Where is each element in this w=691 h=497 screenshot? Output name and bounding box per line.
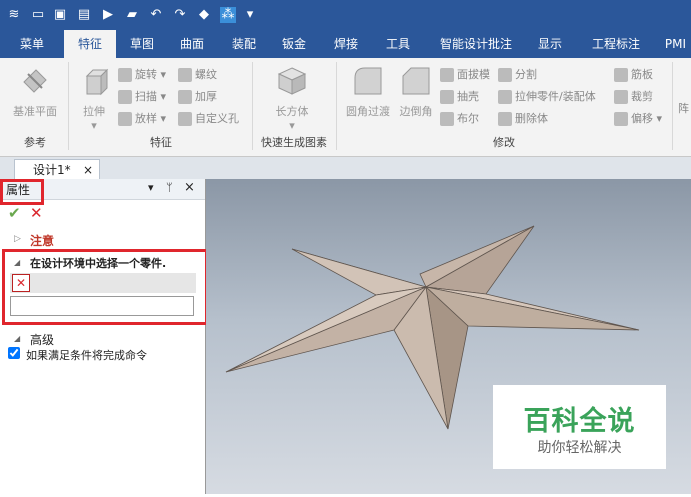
thicken-button[interactable]: 加厚 bbox=[178, 88, 217, 106]
complete-command-label: 如果满足条件将完成命令 bbox=[26, 349, 147, 362]
group-label-features: 特征 bbox=[150, 136, 172, 149]
tab-surface[interactable]: 曲面 bbox=[170, 30, 214, 58]
draft-face-icon bbox=[440, 68, 454, 82]
highlight-selection-box bbox=[2, 249, 208, 325]
smart-icon[interactable]: ⁂ bbox=[220, 7, 236, 23]
custom-hole-button[interactable]: 自定义孔 bbox=[178, 110, 239, 128]
datum-plane-button[interactable]: 基准平面 bbox=[6, 64, 64, 119]
box-dropdown-icon[interactable]: ▾ bbox=[262, 119, 322, 132]
pin-icon[interactable]: ᛘ bbox=[166, 181, 173, 194]
box-icon bbox=[277, 67, 307, 95]
fillet-icon bbox=[354, 67, 382, 95]
thicken-icon bbox=[178, 90, 192, 104]
close-tab-icon[interactable]: × bbox=[83, 160, 93, 180]
split-button[interactable]: 分割 bbox=[498, 66, 537, 84]
undo-icon[interactable]: ↶ bbox=[148, 7, 164, 23]
save-icon[interactable]: ▰ bbox=[124, 7, 140, 23]
advanced-label: 高级 bbox=[30, 333, 55, 347]
tab-features[interactable]: 特征 bbox=[64, 30, 116, 59]
open-icon[interactable]: ▣ bbox=[52, 7, 68, 23]
chamfer-label: 边倒角 bbox=[399, 105, 433, 118]
ribbon: 基准平面 参考 拉伸 ▾ 旋转 ▾ 扫描 ▾ 放样 ▾ 螺纹 加厚 自定义孔 特… bbox=[0, 58, 691, 157]
datum-plane-icon bbox=[23, 69, 47, 93]
close-panel-icon[interactable]: × bbox=[184, 180, 195, 195]
offset-button[interactable]: 偏移 ▾ bbox=[614, 110, 662, 128]
delete-body-icon bbox=[498, 112, 512, 126]
template-icon[interactable]: ▤ bbox=[76, 7, 92, 23]
sweep-icon bbox=[118, 90, 132, 104]
open-folder-icon[interactable]: ▶ bbox=[100, 7, 116, 23]
tab-assembly[interactable]: 装配 bbox=[222, 30, 266, 58]
extrude-part-button[interactable]: 拉伸零件/装配体 bbox=[498, 88, 596, 106]
group-label-modify: 修改 bbox=[493, 136, 515, 149]
ribbon-tab-bar: 菜单 特征 草图 曲面 装配 钣金 焊接 工具 智能设计批注 显示 工程标注 P… bbox=[0, 30, 691, 59]
shell-button[interactable]: 抽壳 bbox=[440, 88, 479, 106]
note-expand-icon[interactable]: ▷ bbox=[14, 234, 21, 244]
shell-icon bbox=[440, 90, 454, 104]
chamfer-icon bbox=[402, 67, 430, 95]
thread-button[interactable]: 螺纹 bbox=[178, 66, 217, 84]
extrude-label: 拉伸 bbox=[83, 105, 105, 118]
watermark-title: 百科全说 bbox=[523, 406, 636, 437]
tab-pmi[interactable]: PMI bbox=[660, 30, 691, 58]
note-label[interactable]: 注意 bbox=[30, 232, 54, 249]
properties-panel: 属性 ▾ ᛘ × ✔ ✕ ▷ 注意 ◢ 在设计环境中选择一个零件. ✕ ◢ 高级… bbox=[0, 179, 208, 494]
sweep-button[interactable]: 扫描 ▾ bbox=[118, 88, 166, 106]
fillet-button[interactable]: 圆角过渡 bbox=[342, 64, 394, 119]
group-label-reference: 参考 bbox=[24, 136, 46, 149]
delete-body-button[interactable]: 删除体 bbox=[498, 110, 548, 128]
customize-dropdown-icon[interactable]: ▾ bbox=[242, 7, 258, 23]
draft-face-button[interactable]: 面拔模 bbox=[440, 66, 490, 84]
extrude-dropdown-icon[interactable]: ▾ bbox=[74, 119, 114, 132]
cancel-icon[interactable]: ✕ bbox=[30, 204, 43, 222]
box-button[interactable]: 长方体 ▾ bbox=[262, 64, 322, 132]
trim-icon bbox=[614, 90, 628, 104]
render-icon[interactable]: ◆ bbox=[196, 7, 212, 23]
watermark-logo: 百科全说 助你轻松解决 bbox=[493, 385, 666, 469]
tab-sketch[interactable]: 草图 bbox=[120, 30, 164, 58]
document-tab-label: 设计1* bbox=[33, 163, 71, 177]
title-bar: ≋ ▭ ▣ ▤ ▶ ▰ ↶ ↷ ◆ ⁂ ▾ bbox=[0, 0, 691, 30]
app-logo-icon: ≋ bbox=[8, 7, 20, 22]
watermark-subtitle: 助你轻松解决 bbox=[537, 440, 622, 456]
split-icon bbox=[498, 68, 512, 82]
highlight-title-box bbox=[0, 179, 44, 205]
advanced-collapse-icon[interactable]: ◢ bbox=[14, 334, 20, 343]
tab-display[interactable]: 显示 bbox=[528, 30, 572, 58]
new-file-icon[interactable]: ▭ bbox=[30, 7, 46, 23]
revolve-icon bbox=[118, 68, 132, 82]
loft-icon bbox=[118, 112, 132, 126]
group-label-quick-primitives: 快速生成图素 bbox=[261, 136, 327, 149]
document-tab-bar: 设计1* × bbox=[0, 157, 691, 180]
fillet-label: 圆角过渡 bbox=[346, 105, 390, 118]
confirm-icon[interactable]: ✔ bbox=[8, 204, 21, 222]
extrude-part-icon bbox=[498, 90, 512, 104]
redo-icon[interactable]: ↷ bbox=[172, 7, 188, 23]
tab-welding[interactable]: 焊接 bbox=[324, 30, 368, 58]
tab-tools[interactable]: 工具 bbox=[376, 30, 420, 58]
extrude-button[interactable]: 拉伸 ▾ bbox=[74, 64, 114, 132]
chamfer-button[interactable]: 边倒角 bbox=[396, 64, 436, 119]
pattern-button-cut[interactable]: 阵 bbox=[678, 100, 689, 118]
datum-plane-label: 基准平面 bbox=[13, 105, 57, 118]
offset-icon bbox=[614, 112, 628, 126]
tab-menu[interactable]: 菜单 bbox=[10, 30, 54, 58]
revolve-button[interactable]: 旋转 ▾ bbox=[118, 66, 166, 84]
complete-command-checkbox[interactable] bbox=[8, 347, 20, 359]
tab-engineering[interactable]: 工程标注 bbox=[584, 30, 648, 58]
tab-sheet-metal[interactable]: 钣金 bbox=[272, 30, 316, 58]
boolean-icon bbox=[440, 112, 454, 126]
loft-button[interactable]: 放样 ▾ bbox=[118, 110, 166, 128]
document-tab[interactable]: 设计1* × bbox=[14, 159, 100, 179]
thread-icon bbox=[178, 68, 192, 82]
extrude-icon bbox=[85, 68, 109, 96]
box-label: 长方体 bbox=[275, 105, 309, 118]
boolean-button[interactable]: 布尔 bbox=[440, 110, 479, 128]
tab-smart-annotation[interactable]: 智能设计批注 bbox=[432, 30, 520, 58]
trim-button[interactable]: 裁剪 bbox=[614, 88, 653, 106]
rib-button[interactable]: 筋板 bbox=[614, 66, 653, 84]
rib-icon bbox=[614, 68, 628, 82]
custom-hole-icon bbox=[178, 112, 192, 126]
panel-dropdown-icon[interactable]: ▾ bbox=[148, 181, 154, 194]
